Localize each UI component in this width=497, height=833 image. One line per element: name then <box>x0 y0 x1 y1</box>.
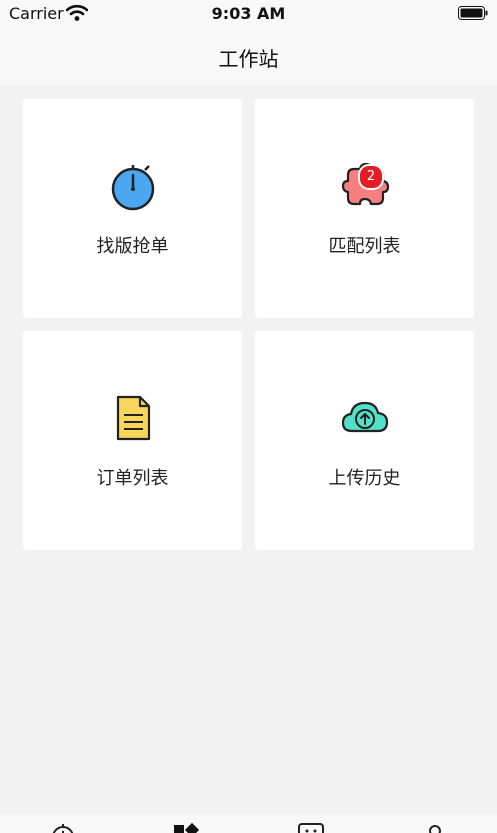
card-label: 匹配列表 <box>328 236 401 257</box>
tab-bar <box>0 815 497 833</box>
card-order-list[interactable]: 订单列表 <box>23 331 242 550</box>
stopwatch-tab-icon[interactable] <box>50 823 76 833</box>
card-upload-history[interactable]: 上传历史 <box>255 331 474 550</box>
card-find-orders[interactable]: 找版抢单 <box>23 99 242 318</box>
notification-badge: 2 <box>358 164 384 190</box>
navigation-bar: 工作站 <box>0 28 497 85</box>
box-tab-icon[interactable] <box>298 823 324 833</box>
document-icon <box>116 395 151 441</box>
card-label: 找版抢单 <box>96 236 169 257</box>
card-label: 上传历史 <box>328 468 401 489</box>
person-tab-icon[interactable] <box>422 823 448 833</box>
status-time: 9:03 AM <box>211 4 286 23</box>
card-match-list[interactable]: 匹配列表 <box>255 99 474 318</box>
battery-icon <box>458 6 488 20</box>
grid-tab-icon[interactable] <box>173 823 199 833</box>
card-label: 订单列表 <box>96 468 169 489</box>
cloud-upload-icon <box>341 401 389 433</box>
page-title: 工作站 <box>218 47 279 71</box>
stopwatch-icon <box>111 165 155 211</box>
status-bar: Carrier 9:03 AM <box>0 0 497 28</box>
